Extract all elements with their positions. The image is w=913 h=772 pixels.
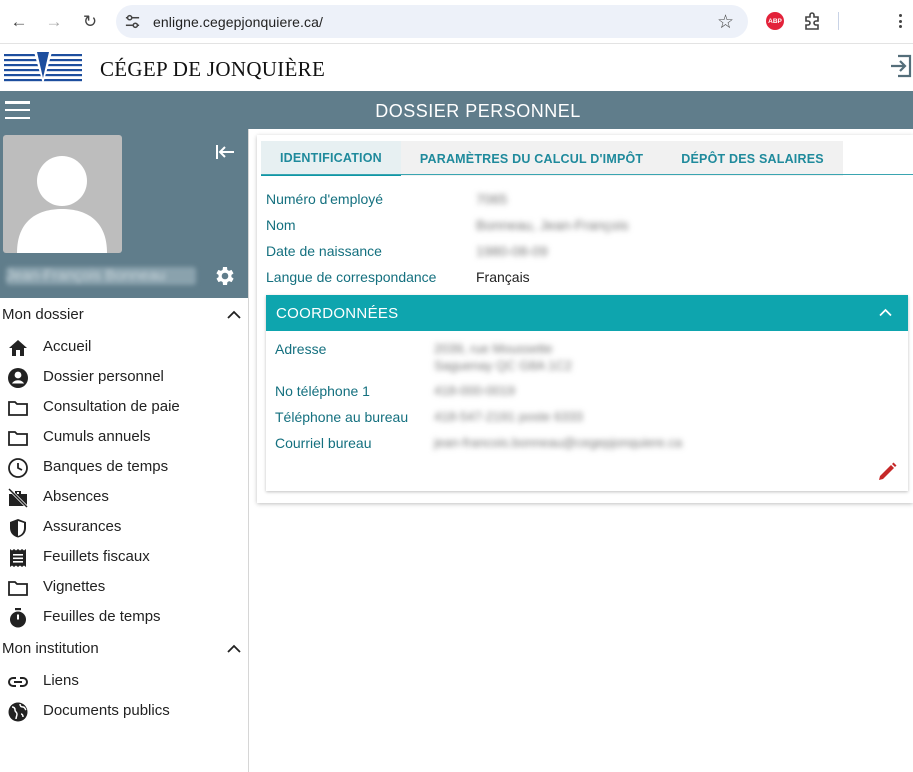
birthdate-value: 1980-08-09 [476,243,548,259]
globe-icon [8,702,28,722]
employee-number-label: Numéro d'employé [266,191,384,207]
cegep-logo-icon [4,52,82,84]
office-email-value: jean-francois.bonneau@cegepjonquiere.ca [434,435,683,450]
folder-icon [8,581,28,596]
timer-icon [10,608,26,628]
address-bar[interactable]: enligne.cegepjonquiere.ca/ ☆ [116,5,748,38]
sidebar-item-absences[interactable]: Absences [0,482,248,512]
profile-panel: Jean-François Bonneau [0,129,248,298]
collapse-sidebar-icon[interactable] [214,143,236,161]
home-icon [9,340,27,356]
avatar [3,135,122,253]
section-mon-dossier-label: Mon dossier [2,306,84,323]
back-button[interactable]: ← [7,10,31,34]
dossier-card: IDENTIFICATION PARAMÈTRES DU CALCUL D'IM… [257,135,913,503]
address-line2: Saguenay QC G8A 1C2 [434,358,573,373]
sidebar-item-label: Liens [43,672,79,689]
account-circle-icon [8,368,28,388]
sidebar-item-label: Dossier personnel [43,368,164,385]
language-value: Français [476,269,530,285]
logout-icon[interactable] [888,53,913,79]
coordonnees-title: COORDONNÉES [276,305,399,322]
address-line1: 2039, rue Moussette [434,341,553,356]
tab-underline [261,174,913,175]
office-phone-value: 418-547-2191 poste 6333 [434,409,583,424]
browser-menu-icon[interactable] [893,11,907,31]
shield-icon [10,519,26,538]
title-bar: DOSSIER PERSONNEL [0,91,913,129]
sidebar: Jean-François Bonneau Mon dossier Accuei… [0,129,249,772]
sidebar-item-label: Assurances [43,518,122,535]
sidebar-item-label: Feuillets fiscaux [43,548,150,565]
office-email-label: Courriel bureau [275,435,372,451]
bookmark-star-icon[interactable]: ☆ [717,11,734,34]
sidebar-item-feuillets-fiscaux[interactable]: Feuillets fiscaux [0,542,248,572]
tab-parametres-calcul-impot[interactable]: PARAMÈTRES DU CALCUL D'IMPÔT [400,141,663,176]
receipt-icon [10,549,26,567]
folder-icon [8,431,28,446]
chevron-up-icon[interactable] [227,310,241,320]
reload-button[interactable]: ↻ [78,10,102,34]
coordonnees-panel: COORDONNÉES Adresse 2039, rue Moussette … [266,295,908,491]
phone1-value: 418-000-0019 [434,383,515,398]
language-label: Langue de correspondance [266,269,437,285]
office-phone-label: Téléphone au bureau [275,409,409,425]
extensions-puzzle-icon[interactable] [802,11,822,31]
url-text[interactable]: enligne.cegepjonquiere.ca/ [153,14,323,30]
adblock-extension-icon[interactable]: ABP [766,12,784,30]
sidebar-item-banques-de-temps[interactable]: Banques de temps [0,452,248,482]
college-name: CÉGEP DE JONQUIÈRE [100,57,326,81]
gear-icon[interactable] [212,264,236,288]
sidebar-item-liens[interactable]: Liens [0,666,248,696]
sidebar-item-label: Banques de temps [43,458,169,475]
sidebar-item-label: Consultation de paie [43,398,180,415]
name-label: Nom [266,217,296,233]
sidebar-item-label: Documents publics [43,702,170,719]
user-name: Jean-François Bonneau [6,267,196,285]
sidebar-item-feuilles-de-temps[interactable]: Feuilles de temps [0,602,248,632]
sidebar-item-accueil[interactable]: Accueil [0,332,248,362]
sidebar-item-documents-publics[interactable]: Documents publics [0,696,248,726]
person-placeholder-icon [17,156,107,253]
sidebar-item-consultation-de-paie[interactable]: Consultation de paie [0,392,248,422]
sidebar-item-label: Accueil [43,338,92,355]
employee-number-value: 7065 [476,191,508,207]
sidebar-item-cumuls-annuels[interactable]: Cumuls annuels [0,422,248,452]
clock-icon [8,458,28,478]
page-title: DOSSIER PERSONNEL [375,101,581,121]
tab-bar: IDENTIFICATION PARAMÈTRES DU CALCUL D'IM… [261,141,843,176]
birthdate-label: Date de naissance [266,243,382,259]
site-settings-icon[interactable] [124,13,141,30]
section-mon-institution-label: Mon institution [2,640,99,657]
tab-depot-des-salaires[interactable]: DÉPÔT DES SALAIRES [662,141,843,176]
phone1-label: No téléphone 1 [275,383,370,399]
work-off-icon [7,487,29,509]
chevron-up-icon[interactable] [227,644,241,654]
forward-button[interactable]: → [42,10,66,34]
toolbar-divider [838,12,839,30]
edit-pencil-icon[interactable] [876,461,898,483]
coordonnees-header[interactable]: COORDONNÉES [266,295,908,331]
sidebar-item-label: Vignettes [43,578,106,595]
sidebar-item-label: Cumuls annuels [43,428,151,445]
chevron-up-icon[interactable] [879,308,892,317]
sidebar-item-assurances[interactable]: Assurances [0,512,248,542]
address-label: Adresse [275,341,327,357]
app-header: CÉGEP DE JONQUIÈRE [0,45,913,91]
sidebar-item-vignettes[interactable]: Vignettes [0,572,248,602]
link-icon [8,677,28,687]
sidebar-item-dossier-personnel[interactable]: Dossier personnel [0,362,248,392]
browser-toolbar: ← → ↻ enligne.cegepjonquiere.ca/ ☆ ABP [0,0,913,44]
tab-identification[interactable]: IDENTIFICATION [261,141,401,176]
section-mon-dossier[interactable]: Mon dossier [2,306,247,328]
sidebar-item-label: Feuilles de temps [43,608,161,625]
name-value: Bonneau, Jean-François [476,217,629,233]
section-mon-institution[interactable]: Mon institution [2,640,247,662]
folder-icon [8,401,28,416]
sidebar-item-label: Absences [43,488,109,505]
